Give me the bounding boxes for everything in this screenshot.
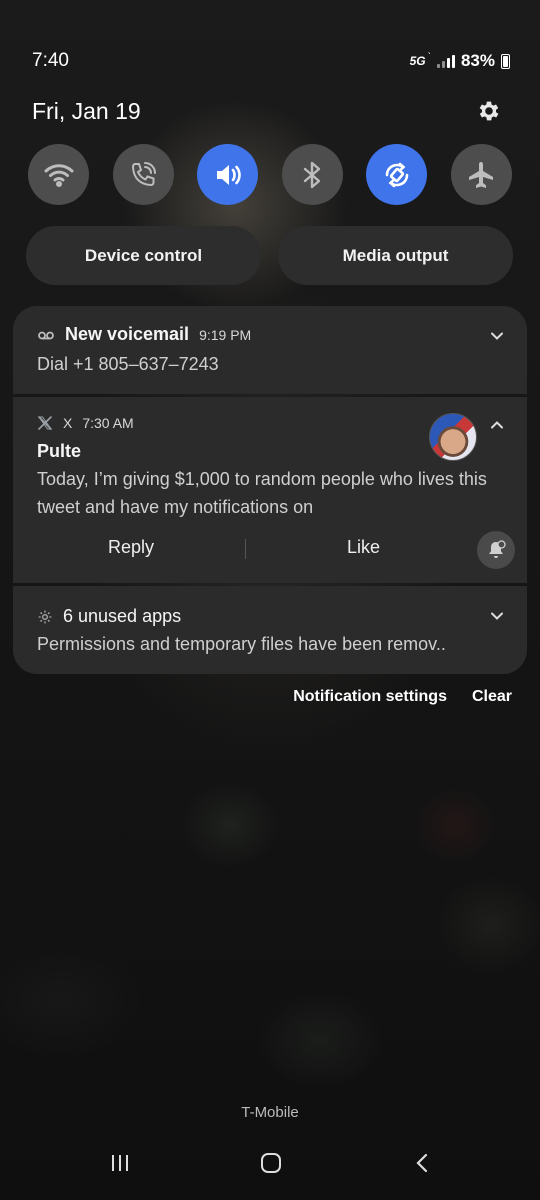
wifi-icon: [44, 163, 73, 187]
notification-footer: Notification settings Clear: [293, 688, 512, 706]
navigation-bar: [0, 1148, 540, 1178]
notification-header: X 7:30 AM: [37, 415, 134, 431]
battery-icon: [501, 53, 510, 69]
action-divider: [245, 539, 246, 559]
bell-snooze-icon: [489, 540, 506, 558]
clear-button[interactable]: Clear: [472, 688, 512, 706]
wifi-calling-tile[interactable]: [112, 144, 174, 205]
notification-header: New voicemail 9:19 PM: [37, 324, 251, 345]
data-activity-icon: ˋ: [427, 51, 431, 63]
battery-percentage: 83%: [460, 51, 495, 70]
like-button[interactable]: Like: [347, 537, 380, 558]
recent-apps-button[interactable]: [105, 1148, 135, 1178]
chevron-up-icon[interactable]: [489, 417, 505, 433]
wifi-tile[interactable]: [28, 144, 89, 205]
x-notification[interactable]: X 7:30 AM Pulte Today, I’m giving $1,000…: [13, 397, 527, 583]
notification-body: Dial +1 805–637–7243: [37, 354, 219, 374]
notification-title: New voicemail: [65, 324, 190, 344]
back-icon: [416, 1153, 428, 1173]
notification-body: Today, I’m giving $1,000 to random peopl…: [37, 469, 487, 517]
notification-header: 6 unused apps: [37, 606, 181, 627]
chevron-down-icon[interactable]: [489, 608, 505, 624]
home-icon: [261, 1153, 281, 1173]
clock: 7:40: [32, 50, 69, 71]
device-control-button[interactable]: Device control: [26, 226, 261, 285]
unused-apps-notification[interactable]: 6 unused apps Permissions and temporary …: [13, 586, 527, 674]
x-logo-icon: [37, 415, 53, 431]
notification-body: Permissions and temporary files have bee…: [37, 634, 446, 654]
auto-rotate-tile[interactable]: [366, 144, 428, 205]
recents-icon: [112, 1155, 128, 1171]
back-button[interactable]: [408, 1148, 438, 1178]
signal-icon: [436, 54, 455, 68]
voicemail-notification[interactable]: New voicemail 9:19 PM Dial +1 805–637–72…: [13, 306, 527, 394]
reply-button[interactable]: Reply: [108, 537, 154, 558]
home-button[interactable]: [256, 1148, 286, 1178]
media-output-button[interactable]: Media output: [278, 226, 513, 285]
notification-title: 6 unused apps: [63, 606, 182, 626]
sound-icon: [216, 164, 241, 185]
date-row: Fri, Jan 19: [32, 96, 502, 126]
notification-time: 7:30 AM: [82, 415, 134, 431]
bluetooth-icon: [304, 161, 321, 188]
carrier-label: T-Mobile: [241, 1104, 299, 1121]
notification-time: 9:19 PM: [199, 326, 252, 343]
auto-rotate-icon: [385, 162, 409, 187]
network-type: 5G: [409, 54, 426, 68]
airplane-mode-icon: [469, 161, 494, 188]
airplane-mode-tile[interactable]: [450, 144, 512, 205]
snooze-button[interactable]: [477, 531, 515, 569]
notification-actions: Reply Like: [13, 531, 527, 569]
date: Fri, Jan 19: [32, 97, 141, 124]
status-icons: 5G ˋ 83%: [410, 51, 510, 71]
wifi-calling-icon: [132, 161, 157, 186]
sound-tile[interactable]: [197, 144, 259, 205]
notification-settings-button[interactable]: Notification settings: [293, 688, 447, 706]
bluetooth-tile[interactable]: [281, 144, 343, 205]
notification-app-name: X: [63, 415, 73, 431]
sender-avatar: [429, 413, 477, 461]
quick-buttons-row: Device control Media output: [26, 226, 513, 285]
gear-icon: [37, 609, 53, 625]
voicemail-icon: [37, 326, 55, 344]
chevron-down-icon[interactable]: [489, 328, 505, 344]
settings-gear-icon[interactable]: [476, 98, 502, 124]
status-bar: 7:40 5G ˋ 83%: [32, 48, 510, 74]
notification-title: Pulte: [37, 441, 82, 461]
quick-settings-tiles: [28, 144, 512, 206]
